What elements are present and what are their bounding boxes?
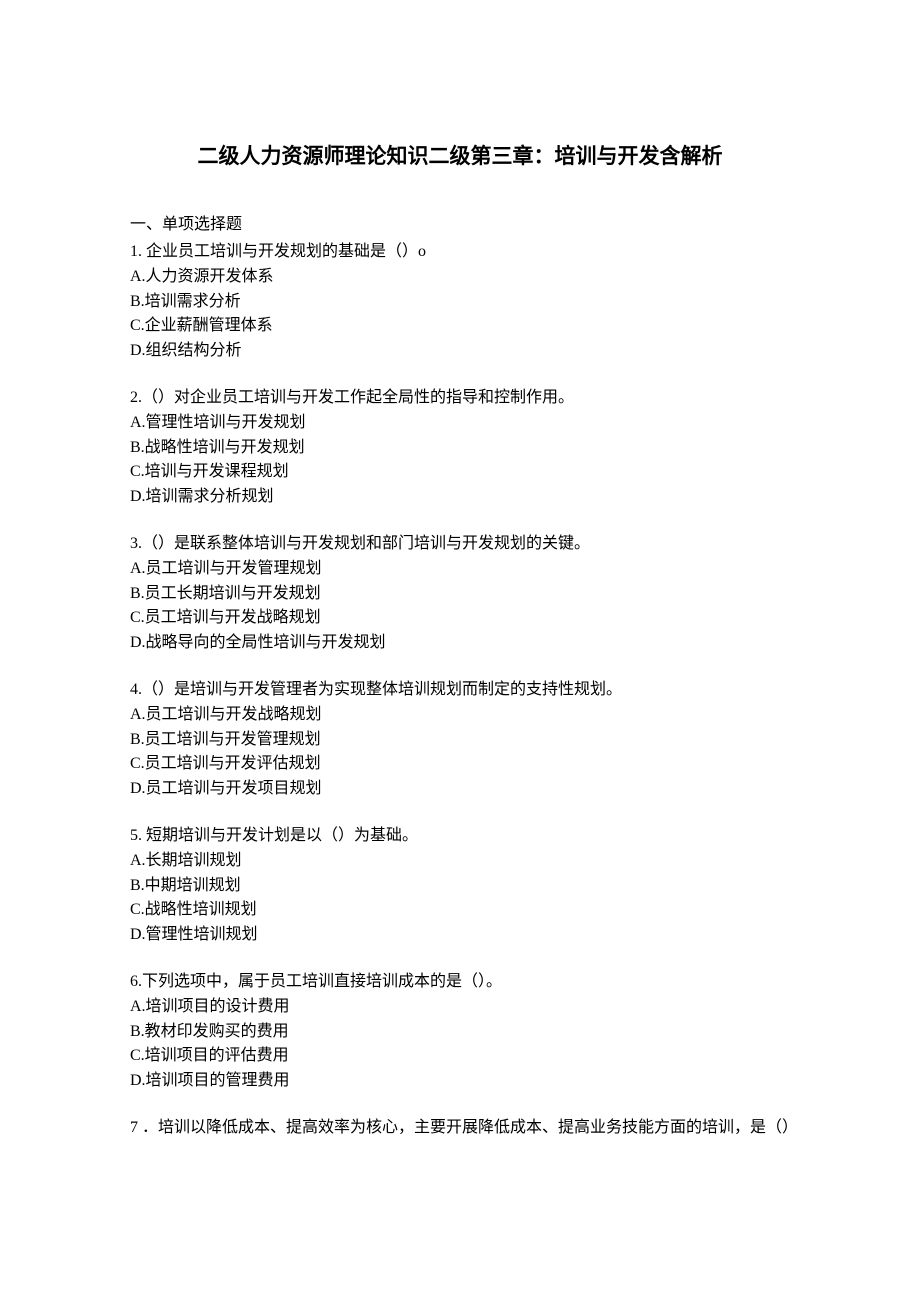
option-b: B.员工培训与开发管理规划 [130, 728, 790, 753]
question-block: 7 ．培训以降低成本、提高效率为核心，主要开展降低成本、提高业务技能方面的培训，… [130, 1116, 790, 1141]
option-d: D.组织结构分析 [130, 339, 790, 364]
page-title: 二级人力资源师理论知识二级第三章：培训与开发含解析 [130, 140, 790, 170]
question-block: 4.（）是培训与开发管理者为实现整体培训规划而制定的支持性规划。 A.员工培训与… [130, 678, 790, 802]
option-b: B.员工长期培训与开发规划 [130, 582, 790, 607]
option-b: B.教材印发购买的费用 [130, 1020, 790, 1045]
option-d: D.管理性培训规划 [130, 923, 790, 948]
question-stem: 5. 短期培训与开发计划是以（）为基础。 [130, 824, 790, 849]
option-b: B.中期培训规划 [130, 874, 790, 899]
option-d: D.战略导向的全局性培训与开发规划 [130, 631, 790, 656]
question-block: 1. 企业员工培训与开发规划的基础是（）o A.人力资源开发体系 B.培训需求分… [130, 240, 790, 364]
section-heading: 一、单项选择题 [130, 210, 790, 234]
option-c: C.企业薪酬管理体系 [130, 314, 790, 339]
option-c: C.员工培训与开发评估规划 [130, 752, 790, 777]
option-a: A.员工培训与开发战略规划 [130, 703, 790, 728]
question-stem: 7 ．培训以降低成本、提高效率为核心，主要开展降低成本、提高业务技能方面的培训，… [130, 1116, 790, 1141]
question-block: 3.（）是联系整体培训与开发规划和部门培训与开发规划的关键。 A.员工培训与开发… [130, 532, 790, 656]
option-a: A.培训项目的设计费用 [130, 995, 790, 1020]
question-stem: 4.（）是培训与开发管理者为实现整体培训规划而制定的支持性规划。 [130, 678, 790, 703]
option-b: B.战略性培训与开发规划 [130, 436, 790, 461]
question-stem: 6.下列选项中，属于员工培训直接培训成本的是（）。 [130, 970, 790, 995]
option-c: C.战略性培训规划 [130, 898, 790, 923]
option-c: C.培训项目的评估费用 [130, 1044, 790, 1069]
option-a: A.人力资源开发体系 [130, 265, 790, 290]
question-stem: 1. 企业员工培训与开发规划的基础是（）o [130, 240, 790, 265]
question-stem: 2.（）对企业员工培训与开发工作起全局性的指导和控制作用。 [130, 386, 790, 411]
question-block: 2.（）对企业员工培训与开发工作起全局性的指导和控制作用。 A.管理性培训与开发… [130, 386, 790, 510]
option-d: D.培训项目的管理费用 [130, 1069, 790, 1094]
option-b: B.培训需求分析 [130, 290, 790, 315]
option-a: A.员工培训与开发管理规划 [130, 557, 790, 582]
option-d: D.培训需求分析规划 [130, 485, 790, 510]
question-block: 5. 短期培训与开发计划是以（）为基础。 A.长期培训规划 B.中期培训规划 C… [130, 824, 790, 948]
question-block: 6.下列选项中，属于员工培训直接培训成本的是（）。 A.培训项目的设计费用 B.… [130, 970, 790, 1094]
option-d: D.员工培训与开发项目规划 [130, 777, 790, 802]
option-c: C.培训与开发课程规划 [130, 460, 790, 485]
question-stem: 3.（）是联系整体培训与开发规划和部门培训与开发规划的关键。 [130, 532, 790, 557]
option-a: A.管理性培训与开发规划 [130, 411, 790, 436]
option-a: A.长期培训规划 [130, 849, 790, 874]
option-c: C.员工培训与开发战略规划 [130, 606, 790, 631]
